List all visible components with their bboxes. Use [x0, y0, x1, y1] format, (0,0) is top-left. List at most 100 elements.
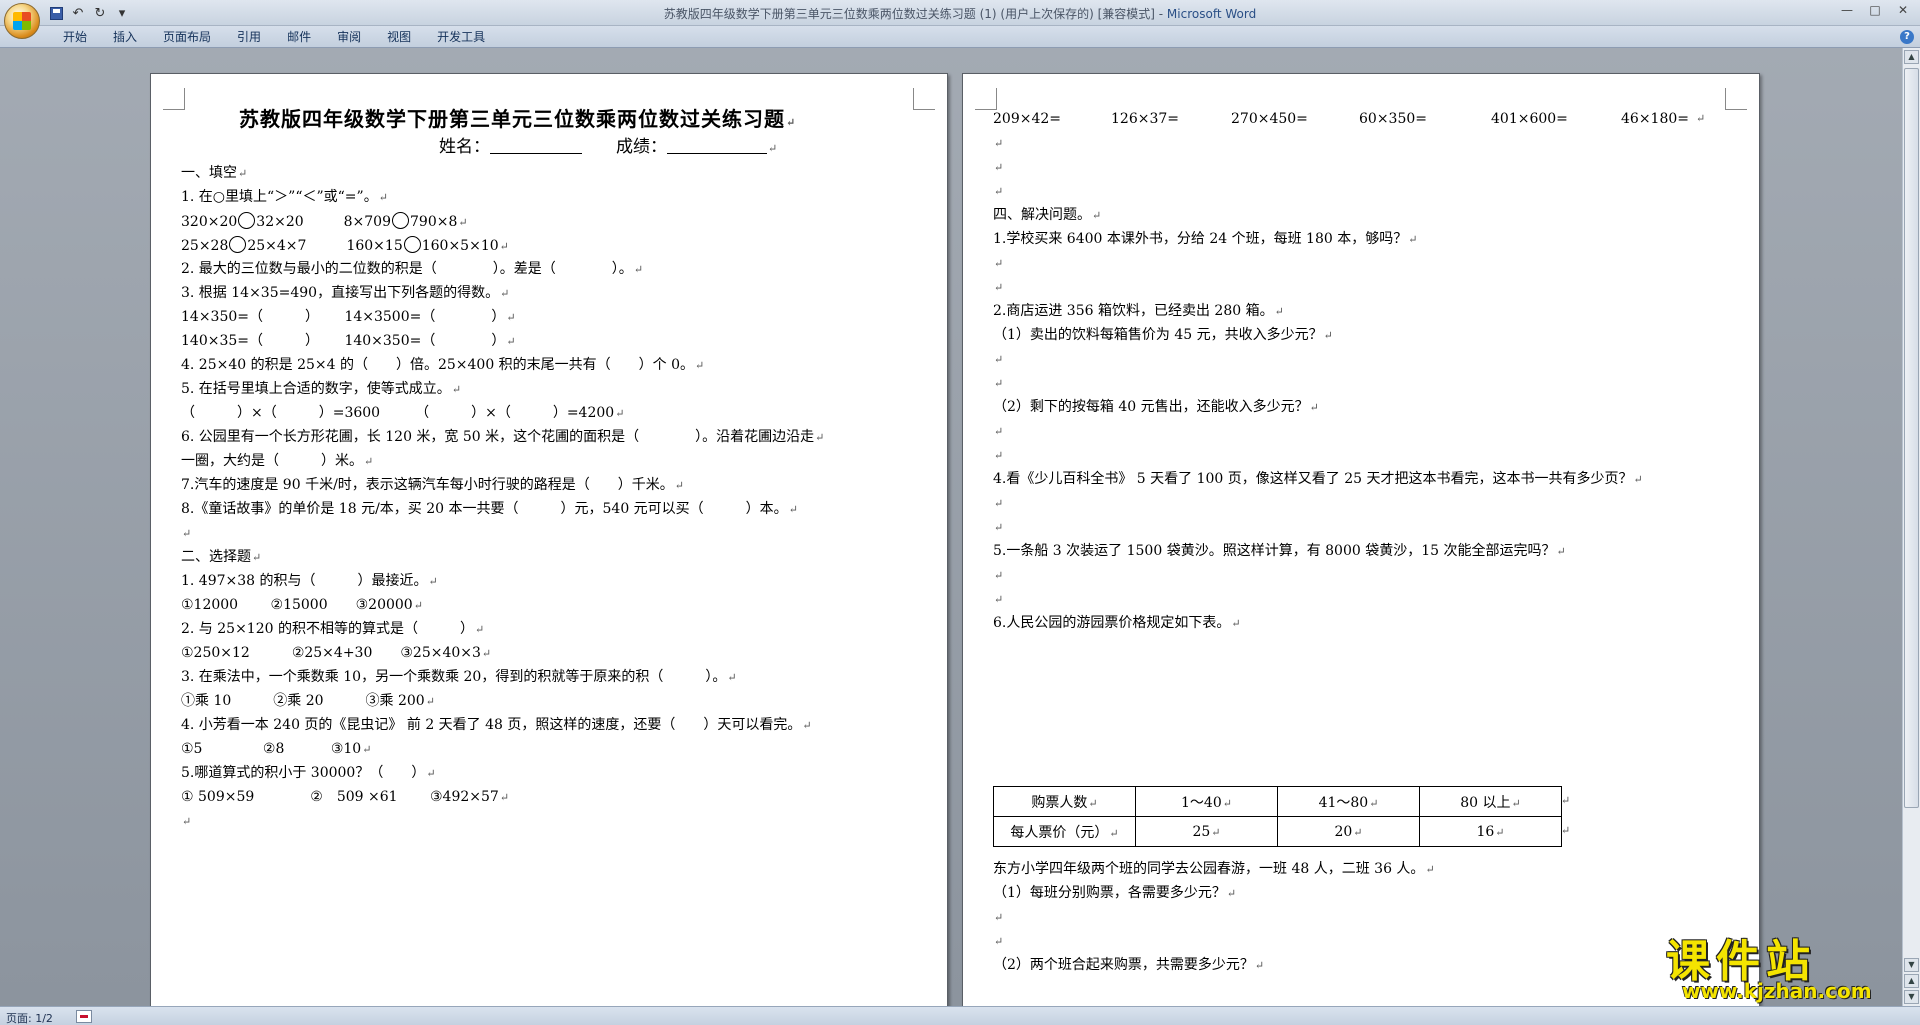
- text-line: 东方小学四年级两个班的同学去公园春游，一班 48 人，二班 36 人。↵: [993, 861, 1435, 877]
- watermark-url: www.kjzhan.com: [1682, 979, 1872, 1003]
- crop-mark: [913, 88, 935, 110]
- ribbon-tab[interactable]: 邮件: [274, 29, 324, 46]
- document-title: 苏教版四年级数学下册第三单元三位数乘两位数过关练习题 (1) (用户上次保存的)…: [663, 7, 1167, 21]
- window-title: 苏教版四年级数学下册第三单元三位数乘两位数过关练习题 (1) (用户上次保存的)…: [0, 5, 1920, 22]
- help-icon[interactable]: ?: [1900, 30, 1914, 44]
- text-line: ↵: [994, 257, 1004, 270]
- compare-circle[interactable]: [238, 212, 256, 229]
- text-line: ↵: [994, 593, 1004, 606]
- crop-mark: [163, 88, 185, 110]
- calc-item: 60×350=: [1359, 111, 1427, 127]
- row-end-mark: ↵: [1561, 794, 1571, 807]
- ribbon-tab[interactable]: 开始: [50, 29, 100, 46]
- text-line: ↵: [994, 353, 1004, 366]
- page-number-status[interactable]: 页面: 1/2: [6, 1010, 53, 1025]
- paragraph-mark: ↵: [1696, 112, 1706, 125]
- text-line: 4.看《少儿百科全书》 5 天看了 100 页，像这样又看了 25 天才把这本书…: [993, 471, 1643, 487]
- text-line: ↵: [182, 527, 192, 540]
- text-line: （1）每班分别购票，各需要多少元？↵: [993, 885, 1237, 901]
- title-bar: ↶ ↻ ▾ 苏教版四年级数学下册第三单元三位数乘两位数过关练习题 (1) (用户…: [0, 0, 1920, 39]
- text-line: 四、解决问题。↵: [993, 207, 1102, 223]
- text-line: 7.汽车的速度是 90 千米/时，表示这辆汽车每小时行驶的路程是（ ）千米。↵: [181, 477, 685, 493]
- calc-item: 401×600=: [1491, 111, 1568, 127]
- text-line: 140×35=（ ） 140×350=（ ）↵: [181, 333, 516, 349]
- scrollbar-thumb[interactable]: [1904, 68, 1919, 808]
- text-line: （2）两个班合起来购票，共需要多少元？↵: [993, 957, 1265, 973]
- compare-line: 320×20 32×20 8×709 790×8↵: [181, 212, 468, 230]
- text-line: ↵: [182, 815, 192, 828]
- document-workspace: 苏教版四年级数学下册第三单元三位数乘两位数过关练习题↵ 姓名： 成绩： ↵ 一、填…: [0, 48, 1902, 1013]
- ticket-price-table: 购票人数↵ 1～40↵ 41～80↵ 80 以上↵ 每人票价（元）↵ 25↵ 20↵ 16↵: [993, 786, 1562, 847]
- table-cell[interactable]: 1～40↵: [1135, 786, 1278, 817]
- table-cell[interactable]: 购票人数↵: [993, 786, 1136, 817]
- document-page-2[interactable]: 209×42= 126×37= 270×450= 60×350= 401×600= 46×…: [962, 73, 1760, 1013]
- watermark-logo: 课件站 www.kjzhan.com: [1660, 925, 1920, 1005]
- table-row: 每人票价（元）↵ 25↵ 20↵ 16↵: [993, 816, 1562, 847]
- app-name: Microsoft Word: [1166, 7, 1257, 21]
- text-line: 2. 与 25×120 的积不相等的算式是（ ）↵: [181, 621, 485, 637]
- text-line: ↵: [994, 137, 1004, 150]
- text-line: 5.哪道算式的积小于 30000？（ ）↵: [181, 765, 436, 781]
- text-line: 4. 25×40 的积是 25×4 的（ ）倍。25×400 积的末尾一共有（ …: [181, 357, 705, 373]
- text-line: ↵: [994, 185, 1004, 198]
- text-line: 8.《童话故事》的单价是 18 元/本，买 20 本一共要（ ）元，540 元可…: [181, 501, 798, 517]
- ribbon-tab[interactable]: 页面布局: [150, 29, 224, 46]
- text-line: 4. 小芳看一本 240 页的《昆虫记》 前 2 天看了 48 页，照这样的速度…: [181, 717, 812, 733]
- office-logo-icon: [13, 12, 31, 30]
- ribbon-tab[interactable]: 开发工具: [424, 29, 498, 46]
- crop-mark: [975, 88, 997, 110]
- text-line: 1.学校买来 6400 本课外书，分给 24 个班，每班 180 本，够吗？↵: [993, 231, 1418, 247]
- maximize-button[interactable]: □: [1862, 1, 1888, 19]
- text-line: 2. 最大的三位数与最小的二位数的积是（ ）。差是（ ）。↵: [181, 261, 644, 277]
- text-line: 5. 在括号里填上合适的数字，使等式成立。↵: [181, 381, 462, 397]
- compare-circle[interactable]: [392, 212, 409, 229]
- window-controls: — □ ✕: [1834, 1, 1916, 19]
- text-line: （1）卖出的饮料每箱售价为 45 元，共收入多少元？↵: [993, 327, 1333, 343]
- row-end-mark: ↵: [1561, 824, 1571, 837]
- ribbon-tab[interactable]: 插入: [100, 29, 150, 46]
- crop-mark: [1725, 88, 1747, 110]
- text-line: ↵: [994, 377, 1004, 390]
- text-line: （2）剩下的按每箱 40 元售出，还能收入多少元？↵: [993, 399, 1319, 415]
- close-button[interactable]: ✕: [1890, 1, 1916, 19]
- table-cell[interactable]: 25↵: [1135, 816, 1278, 847]
- ribbon-tab[interactable]: 审阅: [324, 29, 374, 46]
- text-line: 2.商店运进 356 箱饮料，已经卖出 280 箱。↵: [993, 303, 1284, 319]
- text-line: 6. 公园里有一个长方形花圃，长 120 米，宽 50 米，这个花圃的面积是（ …: [181, 429, 825, 445]
- ribbon-tab[interactable]: 视图: [374, 29, 424, 46]
- office-button[interactable]: [4, 3, 40, 39]
- table-cell[interactable]: 41～80↵: [1277, 786, 1420, 817]
- text-line: ↵: [994, 911, 1004, 924]
- compare-circle[interactable]: [229, 236, 247, 253]
- text-line: ①12000 ②15000 ③20000↵: [181, 597, 423, 613]
- calc-item: 46×180=: [1621, 111, 1689, 127]
- text-line: 3. 在乘法中，一个乘数乘 10，另一个乘数乘 20，得到的积就等于原来的积（ …: [181, 669, 737, 685]
- text-line: ↵: [994, 935, 1004, 948]
- text-line: ↵: [994, 161, 1004, 174]
- text-line: ↵: [994, 569, 1004, 582]
- table-cell[interactable]: 80 以上↵: [1419, 786, 1562, 817]
- name-score-line: 姓名： 成绩： ↵: [439, 137, 778, 157]
- text-line: （ ）×（ ）=3600 （ ）×（ ）=4200↵: [181, 405, 625, 421]
- compare-line: 25×28 25×4×7 160×15 160×5×10↵: [181, 236, 509, 254]
- minimize-button[interactable]: —: [1834, 1, 1860, 19]
- scroll-up-arrow-icon[interactable]: ▲: [1904, 50, 1919, 64]
- ribbon-tabs: 开始 插入 页面布局 引用 邮件 审阅 视图 开发工具 ?: [0, 26, 1920, 48]
- text-line: ①250×12 ②25×4+30 ③25×40×3↵: [181, 645, 492, 661]
- ribbon-tab[interactable]: 引用: [224, 29, 274, 46]
- text-line: 1. 在○里填上“＞”“＜”或“=”。↵: [181, 189, 388, 205]
- vertical-scrollbar[interactable]: ▲ ▼ ▲ ▼: [1902, 48, 1920, 1006]
- table-cell[interactable]: 每人票价（元）↵: [993, 816, 1136, 847]
- text-line: ①乘 10 ②乘 20 ③乘 200↵: [181, 693, 435, 709]
- calc-item: 209×42=: [993, 111, 1061, 127]
- compare-circle[interactable]: [403, 236, 421, 253]
- document-page-1[interactable]: 苏教版四年级数学下册第三单元三位数乘两位数过关练习题↵ 姓名： 成绩： ↵ 一、填…: [150, 73, 948, 1013]
- text-line: 1. 497×38 的积与（ ）最接近。↵: [181, 573, 438, 589]
- table-cell[interactable]: 16↵: [1419, 816, 1562, 847]
- calc-item: 126×37=: [1111, 111, 1179, 127]
- text-line: 3. 根据 14×35=490，直接写出下列各题的得数。↵: [181, 285, 510, 301]
- text-line: ↵: [994, 281, 1004, 294]
- proofing-icon[interactable]: [76, 1010, 92, 1023]
- text-line: 一、填空↵: [181, 165, 248, 181]
- table-cell[interactable]: 20↵: [1277, 816, 1420, 847]
